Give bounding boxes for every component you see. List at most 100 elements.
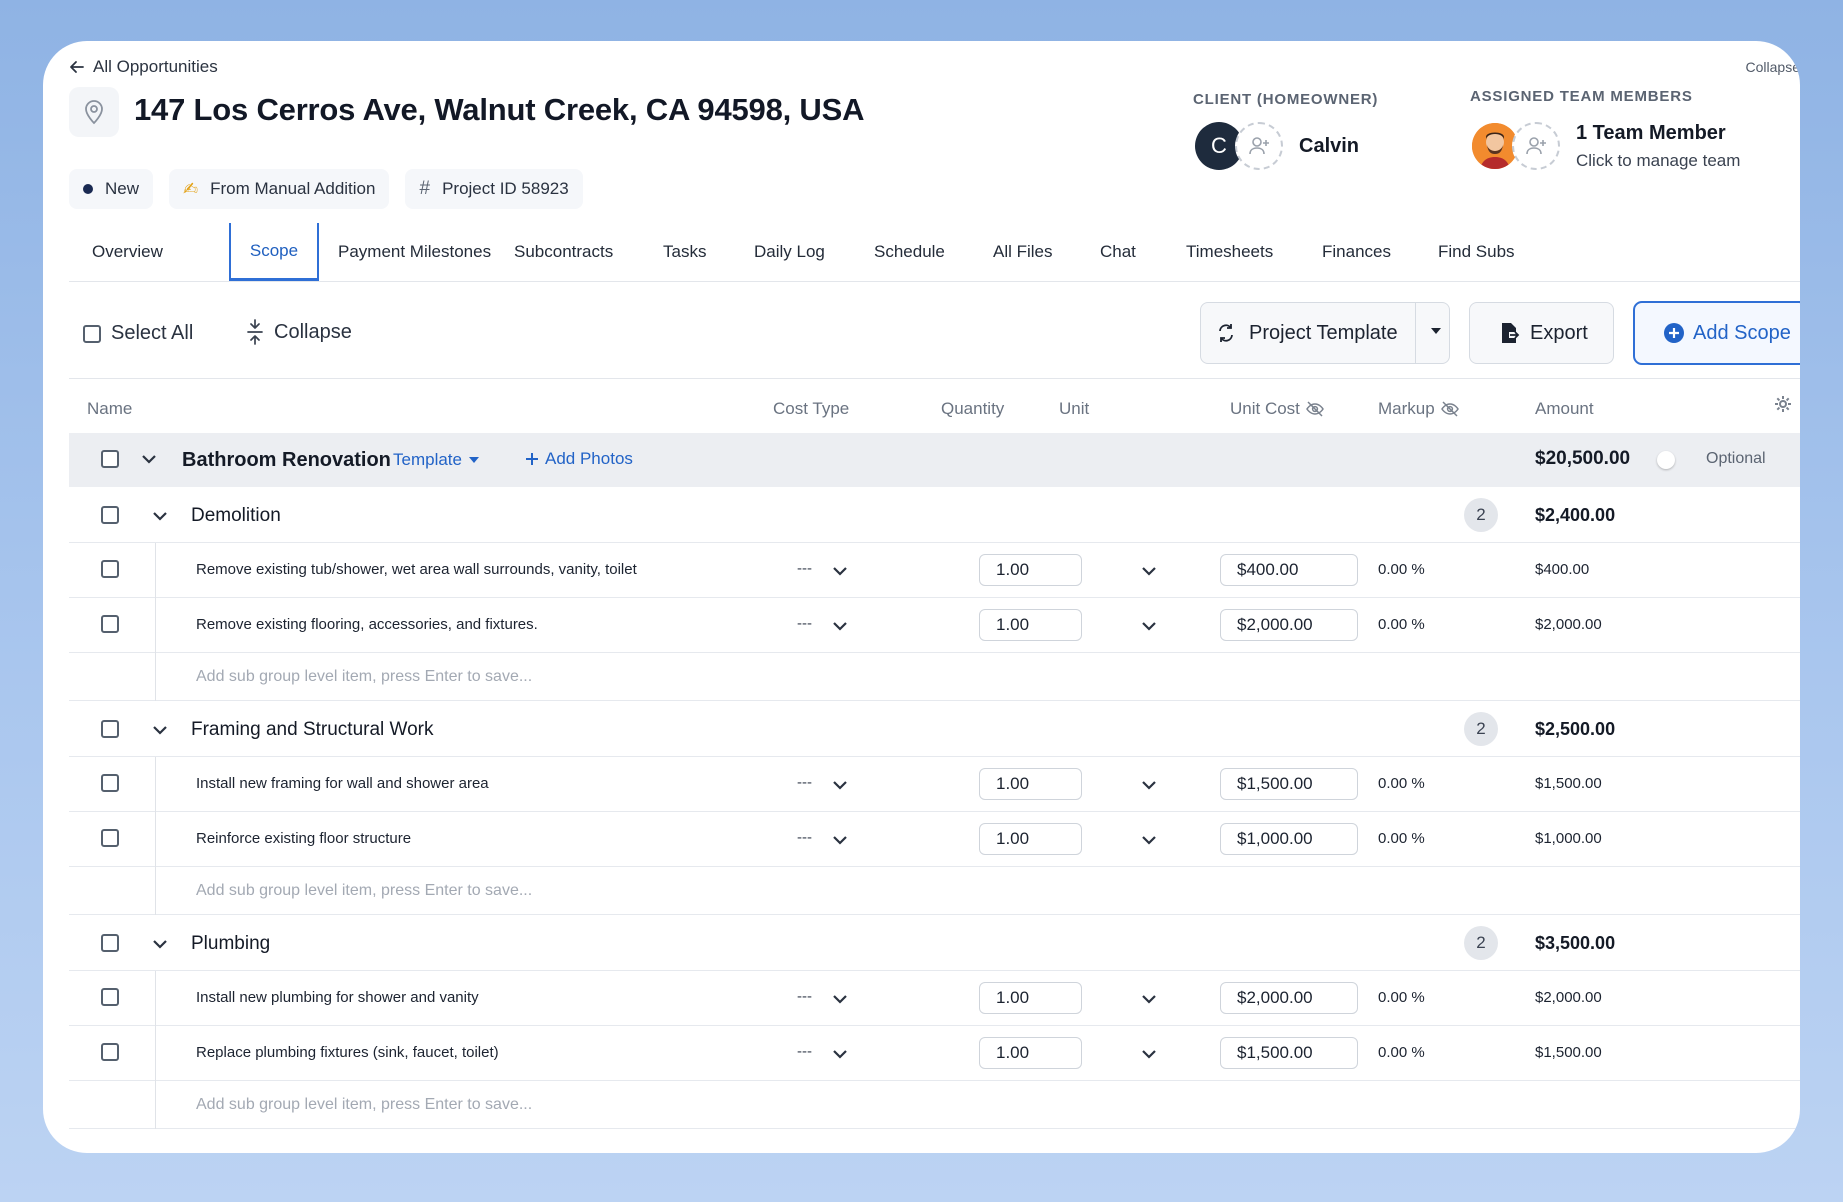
add-subitem-row[interactable]: Add sub group level item, press Enter to… xyxy=(69,867,1800,915)
eye-off-icon[interactable] xyxy=(1306,401,1324,417)
tab-payment-milestones[interactable]: Payment Milestones xyxy=(338,223,491,281)
add-subitem-row[interactable]: Add sub group level item, press Enter to… xyxy=(69,653,1800,701)
tab-subcontracts[interactable]: Subcontracts xyxy=(514,223,613,281)
tab-finances[interactable]: Finances xyxy=(1322,223,1391,281)
checkbox[interactable] xyxy=(101,774,119,792)
tab-scope[interactable]: Scope xyxy=(229,223,319,281)
project-id-chip[interactable]: # Project ID 58923 xyxy=(405,169,583,209)
tab-find-subs[interactable]: Find Subs xyxy=(1438,223,1515,281)
unit-chevron-icon[interactable] xyxy=(1141,1047,1157,1065)
export-button[interactable]: Export xyxy=(1469,302,1614,364)
markup-value[interactable]: 0.00 % xyxy=(1378,775,1425,792)
markup-value[interactable]: 0.00 % xyxy=(1378,561,1425,578)
quantity-input[interactable]: 1.00 xyxy=(979,1037,1082,1069)
cost-type-value[interactable]: --- xyxy=(797,829,812,846)
client-name[interactable]: Calvin xyxy=(1299,135,1359,158)
project-template-button[interactable]: Project Template xyxy=(1200,302,1450,364)
item-name[interactable]: Remove existing flooring, accessories, a… xyxy=(196,616,538,633)
back-link[interactable]: All Opportunities xyxy=(69,57,218,77)
cost-type-value[interactable]: --- xyxy=(797,774,812,791)
cost-type-chevron-icon[interactable] xyxy=(832,992,848,1010)
tab-overview[interactable]: Overview xyxy=(92,223,163,281)
item-name[interactable]: Remove existing tub/shower, wet area wal… xyxy=(196,561,637,578)
unit-cost-input[interactable]: $400.00 xyxy=(1220,554,1358,586)
cost-type-chevron-icon[interactable] xyxy=(832,778,848,796)
item-name[interactable]: Replace plumbing fixtures (sink, faucet,… xyxy=(196,1044,499,1061)
item-name[interactable]: Install new plumbing for shower and vani… xyxy=(196,989,479,1006)
unit-chevron-icon[interactable] xyxy=(1141,778,1157,796)
caret-down-icon[interactable] xyxy=(1429,324,1443,338)
quantity-input[interactable]: 1.00 xyxy=(979,554,1082,586)
unit-chevron-icon[interactable] xyxy=(1141,992,1157,1010)
unit-chevron-icon[interactable] xyxy=(1141,833,1157,851)
unit-cost-input[interactable]: $2,000.00 xyxy=(1220,609,1358,641)
markup-value[interactable]: 0.00 % xyxy=(1378,830,1425,847)
add-client-icon[interactable] xyxy=(1235,122,1283,170)
tab-chat[interactable]: Chat xyxy=(1100,223,1136,281)
checkbox[interactable] xyxy=(101,829,119,847)
template-dropdown[interactable]: Template xyxy=(393,450,480,470)
markup-value[interactable]: 0.00 % xyxy=(1378,616,1425,633)
subgroup-name[interactable]: Framing and Structural Work xyxy=(191,719,434,741)
add-team-member-icon[interactable] xyxy=(1512,122,1560,170)
cost-type-value[interactable]: --- xyxy=(797,988,812,1005)
checkbox[interactable] xyxy=(83,324,101,343)
markup-value[interactable]: 0.00 % xyxy=(1378,989,1425,1006)
chevron-down-icon[interactable] xyxy=(152,723,168,741)
add-subitem-placeholder[interactable]: Add sub group level item, press Enter to… xyxy=(196,1096,532,1114)
checkbox[interactable] xyxy=(101,934,119,952)
checkbox[interactable] xyxy=(101,560,119,578)
chevron-down-icon[interactable] xyxy=(152,509,168,527)
cost-type-chevron-icon[interactable] xyxy=(832,619,848,637)
cost-type-value[interactable]: --- xyxy=(797,1043,812,1060)
quantity-input[interactable]: 1.00 xyxy=(979,823,1082,855)
checkbox[interactable] xyxy=(101,1043,119,1061)
unit-cost-input[interactable]: $1,500.00 xyxy=(1220,768,1358,800)
item-name[interactable]: Reinforce existing floor structure xyxy=(196,830,411,847)
quantity-input[interactable]: 1.00 xyxy=(979,609,1082,641)
manage-team-link[interactable]: Click to manage team xyxy=(1576,151,1740,171)
tab-tasks[interactable]: Tasks xyxy=(663,223,706,281)
checkbox[interactable] xyxy=(101,450,119,468)
gear-icon[interactable] xyxy=(1774,395,1792,413)
collapse-header-button[interactable]: Collapse xyxy=(1746,59,1800,75)
unit-chevron-icon[interactable] xyxy=(1141,619,1157,637)
scope-name[interactable]: Bathroom Renovation xyxy=(182,449,391,472)
status-chip[interactable]: New xyxy=(69,169,154,209)
unit-chevron-icon[interactable] xyxy=(1141,564,1157,582)
cost-type-value[interactable]: --- xyxy=(797,560,812,577)
subgroup-name[interactable]: Plumbing xyxy=(191,933,270,955)
source-chip[interactable]: ✍ From Manual Addition xyxy=(169,169,390,209)
tab-schedule[interactable]: Schedule xyxy=(874,223,945,281)
cost-type-chevron-icon[interactable] xyxy=(832,564,848,582)
cost-type-chevron-icon[interactable] xyxy=(832,1047,848,1065)
add-photos-button[interactable]: Add Photos xyxy=(525,449,633,469)
add-subitem-row[interactable]: Add sub group level item, press Enter to… xyxy=(69,1081,1800,1129)
cost-type-value[interactable]: --- xyxy=(797,615,812,632)
unit-cost-input[interactable]: $1,000.00 xyxy=(1220,823,1358,855)
quantity-input[interactable]: 1.00 xyxy=(979,768,1082,800)
eye-off-icon[interactable] xyxy=(1440,401,1459,417)
checkbox[interactable] xyxy=(101,988,119,1006)
tab-all-files[interactable]: All Files xyxy=(993,223,1053,281)
checkbox[interactable] xyxy=(101,720,119,738)
subgroup-name[interactable]: Demolition xyxy=(191,505,281,527)
cost-type-chevron-icon[interactable] xyxy=(832,833,848,851)
quantity-input[interactable]: 1.00 xyxy=(979,982,1082,1014)
team-count[interactable]: 1 Team Member xyxy=(1576,122,1726,145)
item-name[interactable]: Install new framing for wall and shower … xyxy=(196,775,489,792)
collapse-all-button[interactable]: Collapse xyxy=(246,319,352,345)
unit-cost-input[interactable]: $1,500.00 xyxy=(1220,1037,1358,1069)
unit-cost-input[interactable]: $2,000.00 xyxy=(1220,982,1358,1014)
add-subitem-placeholder[interactable]: Add sub group level item, press Enter to… xyxy=(196,668,532,686)
add-subitem-placeholder[interactable]: Add sub group level item, press Enter to… xyxy=(196,882,532,900)
tab-timesheets[interactable]: Timesheets xyxy=(1186,223,1273,281)
chevron-down-icon[interactable] xyxy=(141,453,157,465)
select-all-checkbox[interactable]: Select All xyxy=(83,322,193,345)
markup-value[interactable]: 0.00 % xyxy=(1378,1044,1425,1061)
chevron-down-icon[interactable] xyxy=(152,937,168,955)
checkbox[interactable] xyxy=(101,506,119,524)
tab-daily-log[interactable]: Daily Log xyxy=(754,223,825,281)
checkbox[interactable] xyxy=(101,615,119,633)
add-scope-button[interactable]: Add Scope xyxy=(1633,301,1800,365)
